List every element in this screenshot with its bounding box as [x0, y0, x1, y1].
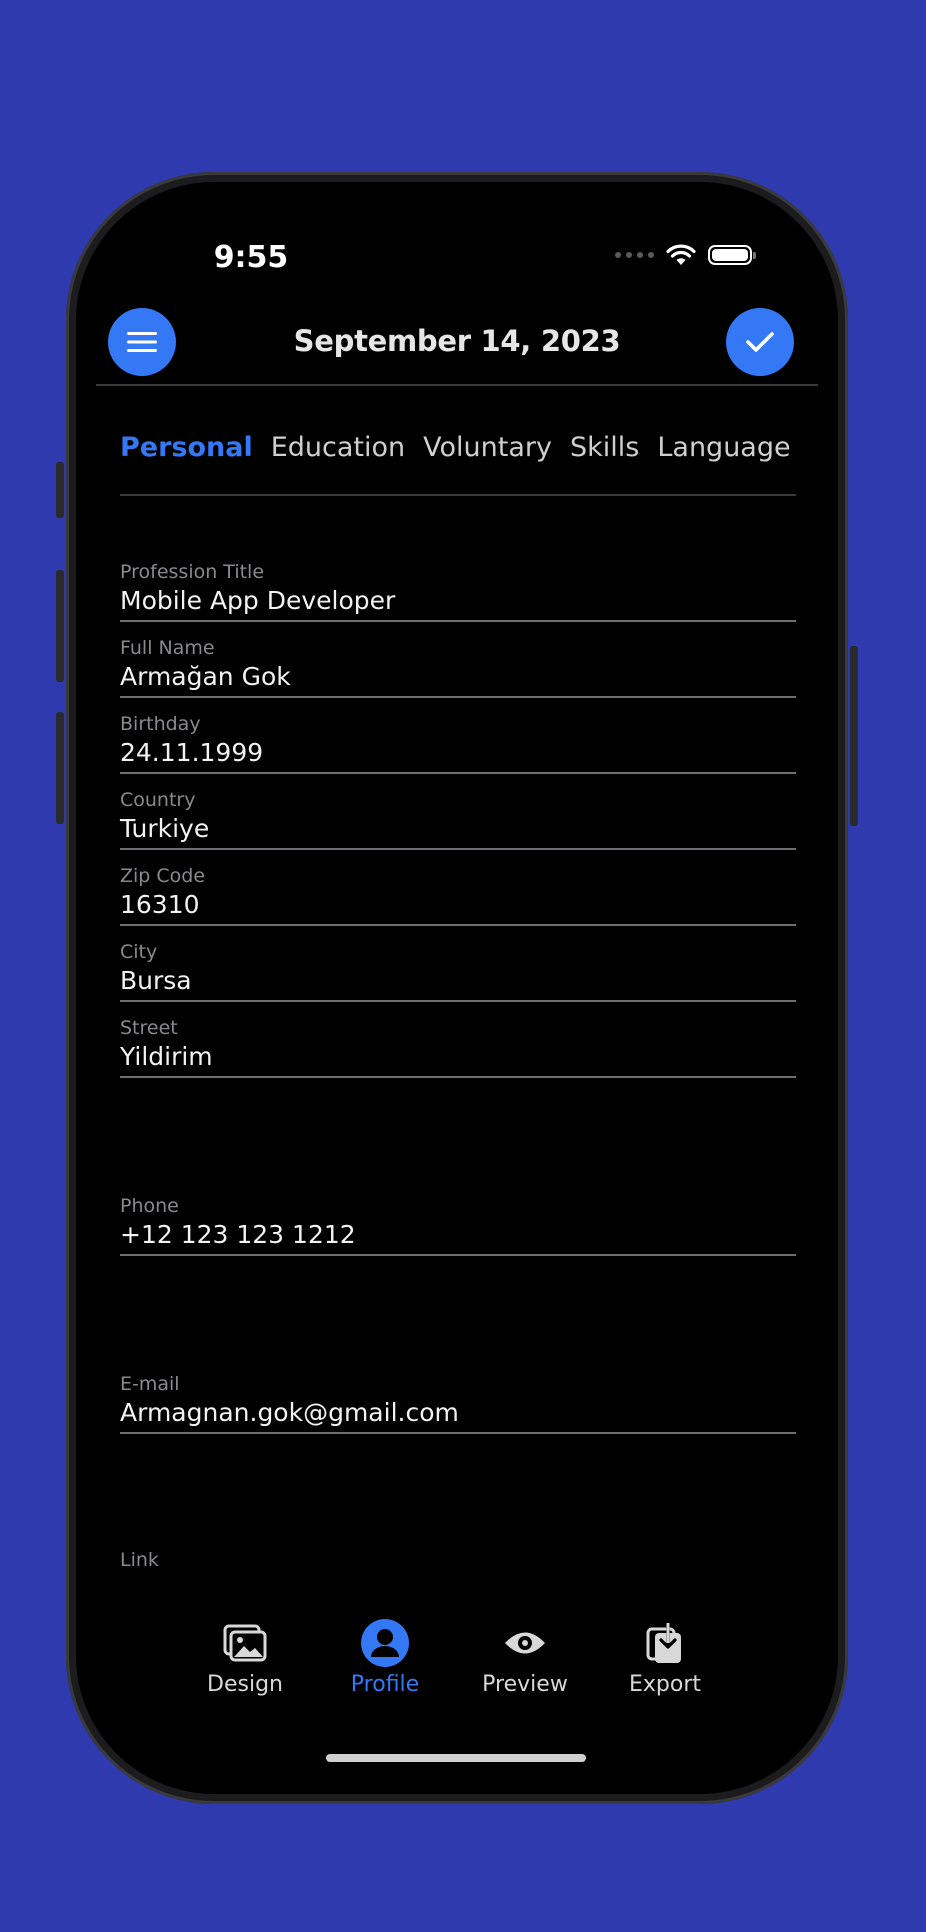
- images-icon: [180, 1618, 310, 1668]
- full-name-input[interactable]: Armağan Gok: [120, 660, 796, 698]
- confirm-button[interactable]: [726, 308, 794, 376]
- status-icons: [615, 244, 756, 266]
- field-label: City: [120, 941, 158, 963]
- export-icon: [600, 1618, 730, 1668]
- street-input[interactable]: Yildirim: [120, 1040, 796, 1078]
- nav-profile[interactable]: Profile: [320, 1618, 450, 1697]
- wifi-icon: [666, 244, 696, 265]
- nav-preview[interactable]: Preview: [460, 1618, 590, 1697]
- country-field[interactable]: Country Turkiye: [120, 788, 796, 850]
- birthday-field[interactable]: Birthday 24.11.1999: [120, 712, 796, 774]
- volume-up-button: [56, 570, 64, 682]
- phone-input[interactable]: +12 123 123 1212: [120, 1218, 796, 1256]
- profile-icon: [320, 1618, 450, 1668]
- checkmark-icon: [746, 332, 774, 352]
- nav-design-label: Design: [207, 1672, 283, 1697]
- signal-dots-icon: [615, 252, 654, 258]
- zip-code-input[interactable]: 16310: [120, 888, 796, 926]
- nav-design[interactable]: Design: [180, 1618, 310, 1697]
- phone-field[interactable]: Phone +12 123 123 1212: [120, 1194, 796, 1256]
- screen: 9:55 September 14, 2023 Personal Educati…: [76, 182, 838, 1794]
- tab-personal[interactable]: Personal: [120, 428, 253, 472]
- header-divider: [96, 384, 818, 386]
- tab-language[interactable]: Language: [657, 428, 790, 472]
- battery-icon: [708, 245, 756, 265]
- tab-education[interactable]: Education: [271, 428, 405, 472]
- field-label: Full Name: [120, 637, 215, 659]
- tabs-divider: [120, 494, 796, 496]
- hamburger-icon: [127, 332, 157, 352]
- nav-export[interactable]: Export: [600, 1618, 730, 1697]
- status-time: 9:55: [213, 240, 289, 275]
- field-label: Link: [120, 1549, 159, 1571]
- full-name-field[interactable]: Full Name Armağan Gok: [120, 636, 796, 698]
- home-indicator: [326, 1754, 586, 1762]
- page-title: September 14, 2023: [293, 324, 621, 358]
- bottom-navigation: Design Profile Preview Export: [76, 1618, 838, 1728]
- section-tabs: Personal Education Voluntary Skills Lang…: [120, 428, 796, 472]
- field-label: Zip Code: [120, 865, 206, 887]
- profession-title-field[interactable]: Profession Title Mobile App Developer: [120, 560, 796, 622]
- nav-preview-label: Preview: [482, 1672, 568, 1697]
- city-input[interactable]: Bursa: [120, 964, 796, 1002]
- birthday-input[interactable]: 24.11.1999: [120, 736, 796, 774]
- silent-switch: [56, 462, 64, 518]
- zip-code-field[interactable]: Zip Code 16310: [120, 864, 796, 926]
- eye-icon: [460, 1618, 590, 1668]
- field-label: Phone: [120, 1195, 179, 1217]
- field-label: Profession Title: [120, 561, 265, 583]
- nav-profile-label: Profile: [350, 1672, 420, 1697]
- email-input[interactable]: Armagnan.gok@gmail.com: [120, 1396, 796, 1434]
- power-button: [850, 646, 858, 826]
- link-field[interactable]: Link: [120, 1548, 796, 1572]
- city-field[interactable]: City Bursa: [120, 940, 796, 1002]
- volume-down-button: [56, 712, 64, 824]
- tab-voluntary[interactable]: Voluntary: [423, 428, 552, 472]
- field-label: Country: [120, 789, 196, 811]
- tab-skills[interactable]: Skills: [570, 428, 639, 472]
- email-field[interactable]: E-mail Armagnan.gok@gmail.com: [120, 1372, 796, 1434]
- country-input[interactable]: Turkiye: [120, 812, 796, 850]
- phone-frame: 9:55 September 14, 2023 Personal Educati…: [56, 172, 858, 1804]
- menu-button[interactable]: [108, 308, 176, 376]
- profession-title-input[interactable]: Mobile App Developer: [120, 584, 796, 622]
- field-label: Birthday: [120, 713, 201, 735]
- field-label: E-mail: [120, 1373, 180, 1395]
- field-label: Street: [120, 1017, 178, 1039]
- street-field[interactable]: Street Yildirim: [120, 1016, 796, 1078]
- nav-export-label: Export: [628, 1672, 701, 1697]
